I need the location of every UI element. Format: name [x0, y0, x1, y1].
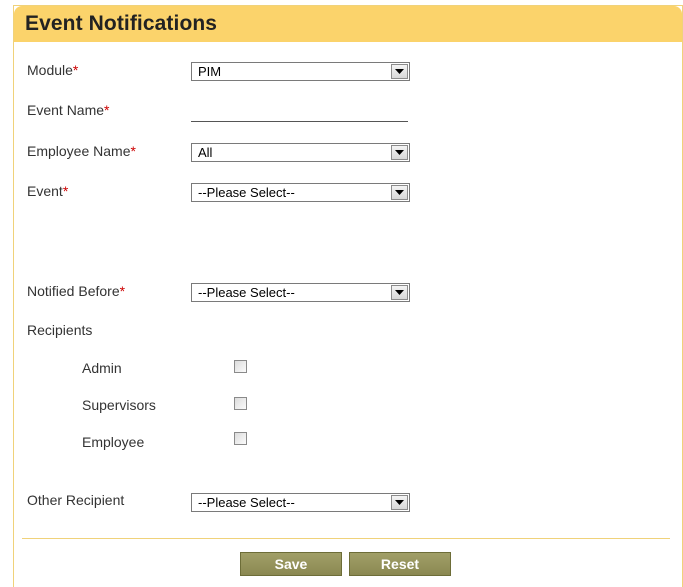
- other-recipient-select-value: --Please Select--: [198, 495, 295, 510]
- chevron-down-icon[interactable]: [391, 285, 408, 300]
- recipient-admin-checkbox[interactable]: [234, 360, 247, 373]
- event-label-text: Event: [27, 183, 63, 199]
- recipient-employee-checkbox[interactable]: [234, 432, 247, 445]
- required-mark: *: [119, 283, 126, 299]
- event-name-label-text: Event Name: [27, 102, 105, 118]
- other-recipient-label: Other Recipient: [27, 492, 125, 508]
- required-mark: *: [62, 183, 69, 199]
- chevron-down-icon[interactable]: [391, 185, 408, 200]
- event-name-label: Event Name*: [27, 102, 110, 118]
- panel-title: Event Notifications: [25, 12, 218, 35]
- recipient-supervisors-checkbox[interactable]: [234, 397, 247, 410]
- event-select-value: --Please Select--: [198, 185, 295, 200]
- notified-before-label: Notified Before*: [27, 283, 125, 299]
- module-select[interactable]: PIM: [191, 62, 410, 81]
- notified-before-select-value: --Please Select--: [198, 285, 295, 300]
- chevron-down-icon[interactable]: [391, 495, 408, 510]
- recipient-admin-label: Admin: [82, 360, 122, 376]
- other-recipient-select[interactable]: --Please Select--: [191, 493, 410, 512]
- employee-name-select[interactable]: All: [191, 143, 410, 162]
- recipients-label: Recipients: [27, 322, 93, 338]
- recipient-supervisors-label: Supervisors: [82, 397, 156, 413]
- notified-before-label-text: Notified Before: [27, 283, 120, 299]
- recipient-employee-label: Employee: [82, 434, 145, 450]
- reset-button[interactable]: Reset: [349, 552, 451, 576]
- panel-header: Event Notifications: [14, 6, 682, 42]
- form-divider: [22, 538, 670, 539]
- chevron-down-icon[interactable]: [391, 64, 408, 79]
- save-button[interactable]: Save: [240, 552, 342, 576]
- employee-name-label: Employee Name*: [27, 143, 136, 159]
- required-mark: *: [104, 102, 110, 118]
- required-mark: *: [72, 62, 79, 78]
- module-label-text: Module: [27, 62, 73, 78]
- module-select-value: PIM: [198, 64, 222, 79]
- employee-name-select-value: All: [198, 145, 213, 160]
- chevron-down-icon[interactable]: [391, 145, 408, 160]
- required-mark: *: [130, 143, 136, 159]
- event-select[interactable]: --Please Select--: [191, 183, 410, 202]
- notified-before-select[interactable]: --Please Select--: [191, 283, 410, 302]
- employee-name-label-text: Employee Name: [27, 143, 131, 159]
- module-label: Module*: [27, 62, 78, 78]
- event-name-input[interactable]: [191, 103, 408, 122]
- event-label: Event*: [27, 183, 68, 199]
